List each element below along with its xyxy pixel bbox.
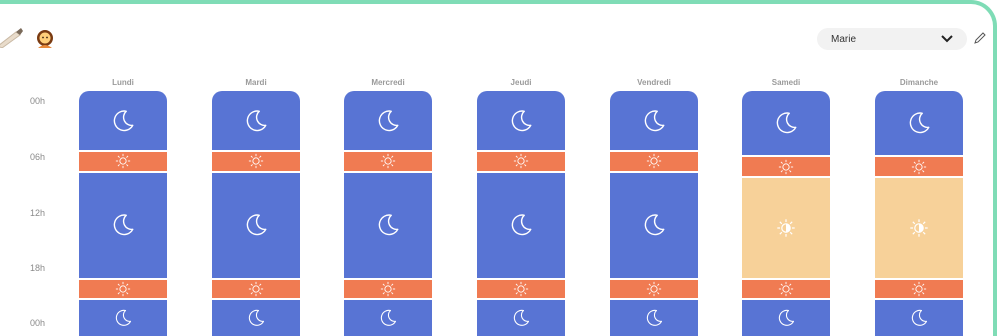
hour-label: 06h xyxy=(30,152,46,162)
schedule-segment-night[interactable] xyxy=(79,172,167,280)
hour-label: 12h xyxy=(30,208,46,218)
moon-icon xyxy=(511,109,532,131)
sun-icon xyxy=(513,281,529,297)
user-select[interactable]: Marie xyxy=(817,28,967,50)
schedule-segment-night[interactable] xyxy=(212,300,300,336)
hour-label: 00h xyxy=(30,318,46,328)
schedule-segment-day[interactable] xyxy=(79,279,167,301)
sun-icon xyxy=(115,154,131,169)
sun-icon xyxy=(248,281,264,297)
sun-icon xyxy=(380,154,396,169)
schedule-segment-night[interactable] xyxy=(477,300,565,336)
schedule-segment-night[interactable] xyxy=(610,91,698,153)
day-column[interactable] xyxy=(610,91,698,336)
schedule-segment-day[interactable] xyxy=(477,152,565,173)
day-label: Vendredi xyxy=(637,78,671,87)
moon-icon xyxy=(113,109,134,131)
chevron-down-icon xyxy=(941,35,953,43)
moon-icon xyxy=(644,214,665,236)
sun-icon xyxy=(248,154,264,169)
schedule-segment-day[interactable] xyxy=(742,279,830,301)
schedule-segment-night[interactable] xyxy=(212,91,300,153)
day-column[interactable] xyxy=(742,91,830,336)
half-sun-icon xyxy=(777,219,795,237)
moon-icon xyxy=(246,214,267,236)
schedule-segment-day[interactable] xyxy=(742,157,830,178)
sun-icon xyxy=(646,154,662,169)
moon-icon xyxy=(246,109,267,131)
schedule-segment-night[interactable] xyxy=(344,91,432,153)
sun-icon xyxy=(115,281,131,297)
schedule-segment-day[interactable] xyxy=(875,279,963,301)
schedule-segment-night[interactable] xyxy=(344,300,432,336)
user-select-value: Marie xyxy=(831,33,857,45)
schedule-segment-day[interactable] xyxy=(875,157,963,178)
moon-icon xyxy=(378,214,399,236)
schedule-segment-day[interactable] xyxy=(79,152,167,173)
schedule-segment-light[interactable] xyxy=(875,177,963,280)
day-column[interactable] xyxy=(875,91,963,336)
day-column[interactable] xyxy=(212,91,300,336)
day-label: Lundi xyxy=(112,78,134,87)
hour-label: 18h xyxy=(30,263,46,273)
moon-icon xyxy=(513,309,530,326)
sun-icon xyxy=(778,281,794,297)
day-label: Mercredi xyxy=(371,78,405,87)
schedule-segment-night[interactable] xyxy=(79,91,167,153)
moon-icon xyxy=(776,112,797,134)
person-avatar-icon[interactable] xyxy=(34,28,56,50)
day-label: Samedi xyxy=(771,78,801,87)
moon-icon xyxy=(646,309,663,326)
schedule-segment-day[interactable] xyxy=(344,152,432,173)
sun-icon xyxy=(380,281,396,297)
day-label: Dimanche xyxy=(899,78,939,87)
schedule-segment-night[interactable] xyxy=(875,300,963,336)
hour-label: 00h xyxy=(30,96,46,106)
schedule-segment-day[interactable] xyxy=(610,152,698,173)
sun-icon xyxy=(911,159,927,174)
schedule-segment-day[interactable] xyxy=(344,279,432,301)
day-label: Mardi xyxy=(245,78,267,87)
schedule-segment-day[interactable] xyxy=(477,279,565,301)
header-bar: Marie xyxy=(0,4,997,64)
half-sun-icon xyxy=(910,219,928,237)
moon-icon xyxy=(113,214,134,236)
moon-icon xyxy=(248,309,265,326)
day-label: Jeudi xyxy=(510,78,532,87)
schedule-card: Marie 00h 06h 12h 18h 00h Lundi Mardi Mercredi… xyxy=(0,0,997,336)
moon-icon xyxy=(909,112,930,134)
sun-icon xyxy=(646,281,662,297)
schedule-segment-day[interactable] xyxy=(212,152,300,173)
day-column[interactable] xyxy=(477,91,565,336)
moon-icon xyxy=(380,309,397,326)
day-column[interactable] xyxy=(344,91,432,336)
moon-icon xyxy=(644,109,665,131)
schedule-segment-light[interactable] xyxy=(742,177,830,280)
schedule-segment-night[interactable] xyxy=(344,172,432,280)
schedule-segment-night[interactable] xyxy=(875,91,963,158)
sun-icon xyxy=(513,154,529,169)
moon-icon xyxy=(778,309,795,326)
schedule-segment-day[interactable] xyxy=(212,279,300,301)
moon-icon xyxy=(115,309,132,326)
schedule-segment-night[interactable] xyxy=(742,91,830,158)
schedule-segment-night[interactable] xyxy=(212,172,300,280)
schedule-segment-night[interactable] xyxy=(477,172,565,280)
moon-icon xyxy=(378,109,399,131)
pencil-icon[interactable] xyxy=(973,31,987,45)
brush-icon[interactable] xyxy=(0,26,24,48)
day-column[interactable] xyxy=(79,91,167,336)
moon-icon xyxy=(511,214,532,236)
sun-icon xyxy=(778,159,794,174)
schedule-segment-night[interactable] xyxy=(610,172,698,280)
schedule-segment-night[interactable] xyxy=(742,300,830,336)
schedule-segment-night[interactable] xyxy=(79,300,167,336)
schedule-segment-night[interactable] xyxy=(477,91,565,153)
schedule-segment-night[interactable] xyxy=(610,300,698,336)
schedule-segment-day[interactable] xyxy=(610,279,698,301)
sun-icon xyxy=(911,281,927,297)
moon-icon xyxy=(911,309,928,326)
